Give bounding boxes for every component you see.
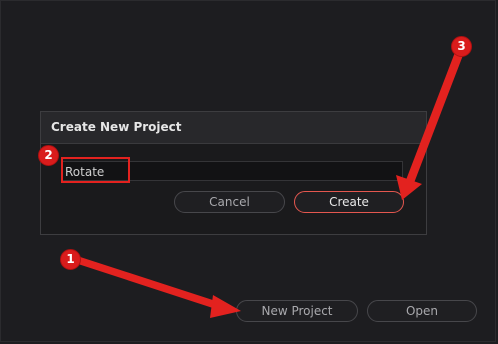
arrow-1-shaft xyxy=(71,254,225,311)
step-badge-3: 3 xyxy=(451,36,472,57)
step-badge-1: 1 xyxy=(60,249,81,270)
arrow-1-head xyxy=(210,295,241,318)
arrow-3-shaft xyxy=(406,47,465,183)
annotation-arrows xyxy=(71,47,465,318)
step-badge-2: 2 xyxy=(38,145,59,166)
